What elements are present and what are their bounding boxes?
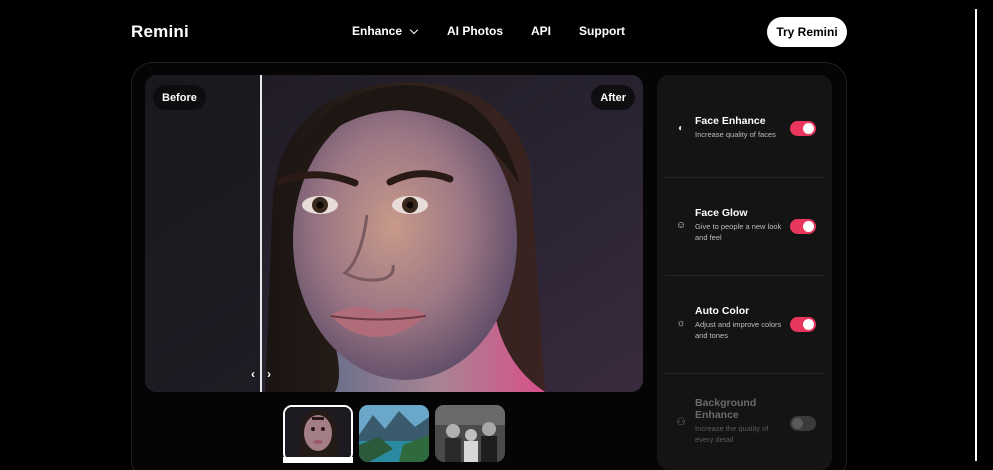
try-remini-button[interactable]: Try Remini bbox=[767, 17, 847, 47]
option-title: Face Enhance bbox=[695, 115, 766, 127]
divider bbox=[665, 275, 824, 276]
option-title: Auto Color bbox=[695, 305, 750, 317]
divider bbox=[665, 177, 824, 178]
chevron-down-icon bbox=[409, 25, 419, 34]
option-title: Background Enhance bbox=[695, 397, 757, 421]
logo[interactable]: Remini bbox=[131, 22, 189, 42]
thumbnail-portrait-image bbox=[285, 407, 351, 460]
nav-ai-photos[interactable]: AI Photos bbox=[447, 24, 503, 38]
face-enhance-toggle[interactable] bbox=[790, 121, 816, 136]
portrait-image bbox=[145, 75, 643, 392]
option-desc: Adjust and improve colors and tones bbox=[695, 320, 782, 340]
nav-ai-photos-label: AI Photos bbox=[447, 24, 504, 38]
toggle-knob bbox=[803, 319, 814, 330]
thumbnail-vintage[interactable] bbox=[435, 405, 505, 462]
before-after-compare[interactable]: Before After ‹ › bbox=[145, 75, 643, 392]
enhance-options-panel: ◐ Face Enhance Increase quality of faces… bbox=[657, 75, 832, 470]
option-desc: Increase the quality of every detail bbox=[695, 424, 769, 444]
before-label: Before bbox=[153, 85, 206, 110]
background-icon: ⚇ bbox=[676, 417, 686, 428]
chevron-right-icon: › bbox=[267, 367, 271, 381]
nav-support[interactable]: Support bbox=[579, 24, 625, 38]
toggle-knob bbox=[792, 418, 803, 429]
background-enhance-toggle[interactable] bbox=[790, 416, 816, 431]
scrollbar[interactable] bbox=[975, 9, 977, 461]
face-glow-icon: ☺ bbox=[675, 220, 687, 231]
main-nav: Enhance AI Photos API Support bbox=[352, 24, 625, 38]
thumbnail-landscape[interactable] bbox=[359, 405, 429, 462]
option-desc: Increase quality of faces bbox=[695, 130, 776, 139]
nav-api-label: API bbox=[531, 24, 552, 38]
toggle-knob bbox=[803, 221, 814, 232]
nav-enhance[interactable]: Enhance bbox=[352, 24, 419, 38]
thumbnail-portrait[interactable] bbox=[283, 405, 353, 462]
thumbnail-selected-indicator bbox=[283, 457, 353, 463]
chevron-left-icon: ‹ bbox=[251, 367, 255, 381]
auto-color-toggle[interactable] bbox=[790, 317, 816, 332]
thumbnail-vintage-image bbox=[435, 405, 505, 462]
sun-icon: ☼ bbox=[676, 318, 686, 329]
nav-support-label: Support bbox=[579, 24, 626, 38]
divider bbox=[665, 373, 824, 374]
toggle-knob bbox=[803, 123, 814, 134]
face-glow-toggle[interactable] bbox=[790, 219, 816, 234]
after-label: After bbox=[591, 85, 635, 110]
nav-enhance-label: Enhance bbox=[352, 24, 403, 38]
nav-api[interactable]: API bbox=[531, 24, 551, 38]
option-desc: Give to people a new look and feel bbox=[695, 222, 782, 242]
compare-divider[interactable] bbox=[260, 75, 262, 392]
face-enhance-icon: ◐ bbox=[677, 123, 685, 134]
option-title: Face Glow bbox=[695, 207, 748, 219]
compare-handle[interactable]: ‹ › bbox=[251, 367, 271, 381]
thumbnail-landscape-image bbox=[359, 405, 429, 462]
